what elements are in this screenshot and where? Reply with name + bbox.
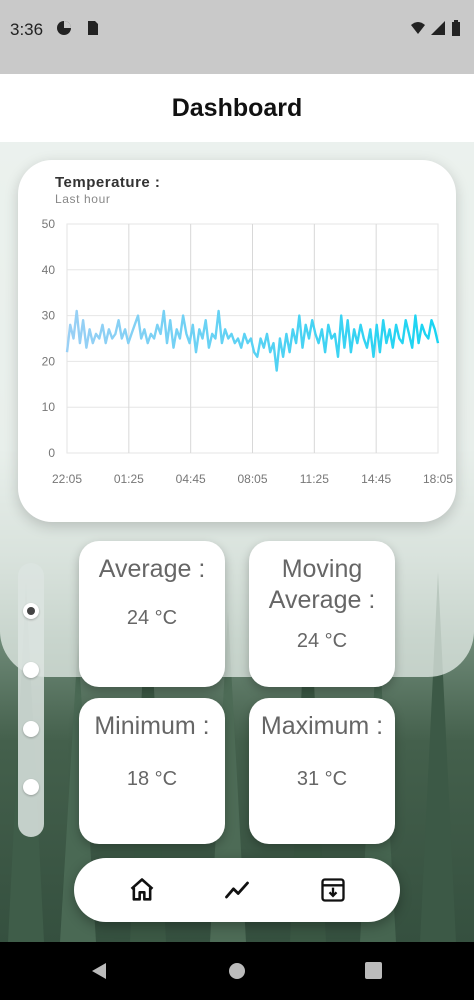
signal-icon bbox=[431, 21, 445, 35]
average-value: 24 °C bbox=[126, 607, 178, 629]
y-tick-label: 20 bbox=[42, 354, 56, 368]
y-tick-label: 10 bbox=[42, 400, 56, 414]
x-tick-label: 04:45 bbox=[176, 472, 206, 486]
home-circle-icon[interactable] bbox=[228, 962, 246, 980]
x-tick-label: 01:25 bbox=[114, 472, 144, 486]
page-dot-1[interactable] bbox=[23, 603, 39, 619]
y-tick-label: 0 bbox=[48, 446, 55, 460]
back-icon[interactable] bbox=[90, 962, 108, 980]
x-tick-label: 14:45 bbox=[361, 472, 391, 486]
app-bar: Dashboard bbox=[0, 74, 474, 142]
minimum-value: 18 °C bbox=[126, 768, 178, 790]
x-tick-label: 18:05 bbox=[423, 472, 453, 486]
x-tick-label: 11:25 bbox=[300, 472, 329, 486]
maximum-value: 31 °C bbox=[296, 768, 348, 790]
maximum-card: Maximum : 31 °C bbox=[249, 698, 395, 844]
y-tick-label: 40 bbox=[42, 263, 56, 277]
data-saver-icon bbox=[57, 21, 71, 35]
moving-average-value: 24 °C bbox=[296, 630, 348, 652]
status-time: 3:36 bbox=[10, 20, 44, 39]
minimum-label: Minimum : bbox=[94, 712, 210, 740]
sd-card-icon bbox=[88, 21, 98, 35]
moving-average-label: Moving Average : bbox=[268, 555, 376, 614]
chart-line-icon[interactable] bbox=[223, 876, 251, 904]
bottom-navigation bbox=[74, 858, 400, 922]
x-tick-label: 22:05 bbox=[52, 472, 82, 486]
page-indicator[interactable] bbox=[18, 563, 44, 837]
page-dot-3[interactable] bbox=[23, 721, 39, 737]
recents-icon[interactable] bbox=[365, 962, 382, 979]
y-tick-label: 30 bbox=[42, 309, 56, 323]
y-tick-label: 50 bbox=[42, 217, 56, 231]
average-card: Average : 24 °C bbox=[79, 541, 225, 687]
page-dot-4[interactable] bbox=[23, 779, 39, 795]
minimum-card: Minimum : 18 °C bbox=[79, 698, 225, 844]
page-title: Dashboard bbox=[171, 93, 303, 122]
average-label: Average : bbox=[98, 555, 206, 583]
temperature-line-chart: 0 10 20 30 40 50 22:05 01:25 04:45 08:05 11:25 14:4… bbox=[42, 217, 454, 486]
temperature-chart-card: Temperature : Last hour 0 10 20 30 40 50 22:05… bbox=[18, 160, 456, 522]
page-dot-2[interactable] bbox=[23, 662, 39, 678]
moving-average-card: Moving Average : 24 °C bbox=[249, 541, 395, 687]
home-icon[interactable] bbox=[128, 876, 156, 904]
maximum-label: Maximum : bbox=[260, 712, 384, 740]
system-navigation-bar bbox=[0, 942, 474, 1000]
status-bar: 3:36 bbox=[0, 0, 474, 74]
battery-icon bbox=[452, 20, 460, 36]
archive-download-icon[interactable] bbox=[319, 876, 347, 904]
wifi-icon bbox=[411, 22, 425, 34]
x-tick-label: 08:05 bbox=[237, 472, 267, 486]
